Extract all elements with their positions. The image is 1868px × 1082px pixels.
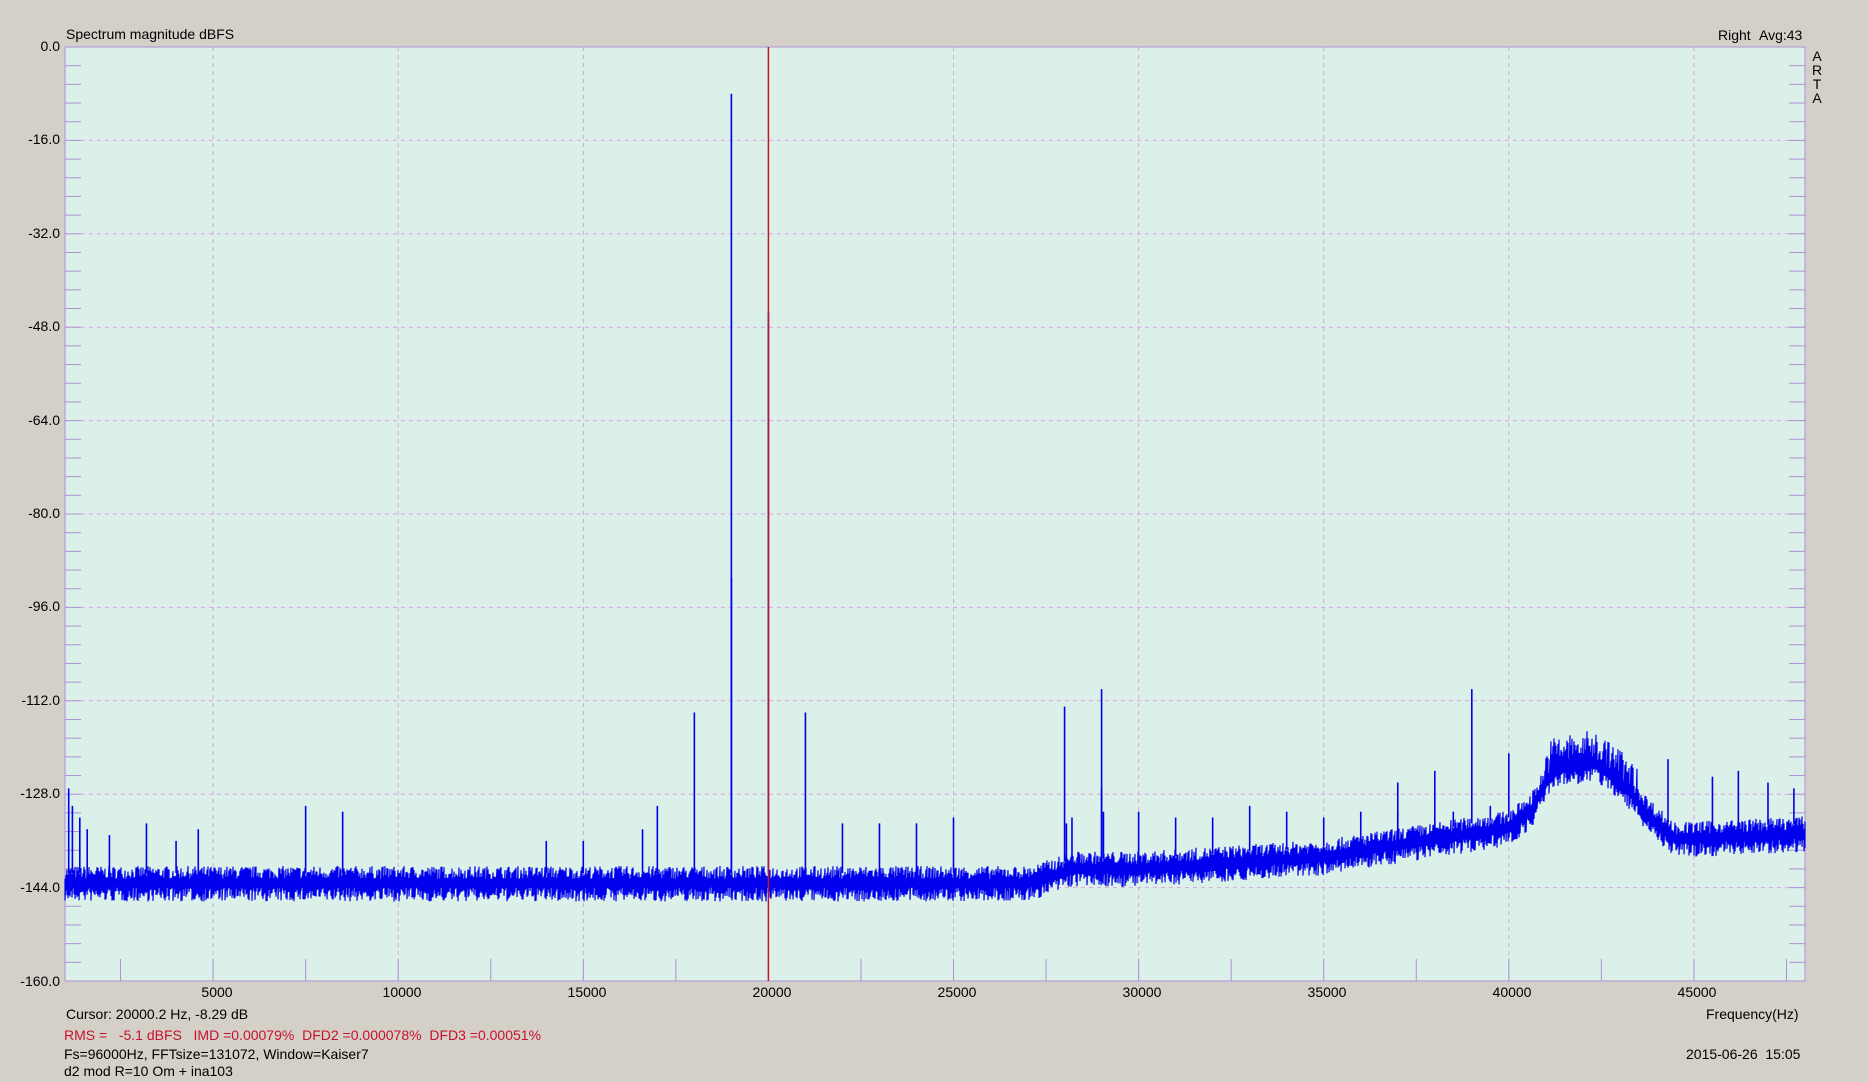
y-tick-label: -64.0 [28, 412, 60, 428]
y-tick-label: -32.0 [28, 225, 60, 241]
y-tick-label: -160.0 [20, 973, 60, 989]
arta-logo: A R T A [1810, 49, 1824, 105]
x-axis-label: Frequency(Hz) [1706, 1006, 1799, 1022]
timestamp: 2015-06-26 15:05 [1686, 1046, 1801, 1062]
settings-readout: Fs=96000Hz, FFTsize=131072, Window=Kaise… [64, 1046, 369, 1062]
avg-label: Avg:43 [1759, 27, 1803, 43]
logo-letter: R [1811, 62, 1823, 78]
y-tick-label: -96.0 [28, 598, 60, 614]
y-tick-label: 0.0 [40, 38, 60, 54]
x-tick-label: 40000 [1492, 984, 1532, 1000]
logo-letter: A [1812, 90, 1822, 106]
x-tick-label: 20000 [752, 984, 792, 1000]
y-tick-label: -48.0 [28, 318, 60, 334]
spectrum-chart [64, 46, 1806, 982]
x-tick-label: 5000 [201, 984, 233, 1000]
channel-label: Right [1718, 27, 1751, 43]
y-tick-label: -16.0 [28, 131, 60, 147]
x-tick-label: 30000 [1122, 984, 1162, 1000]
y-tick-label: -112.0 [21, 692, 60, 708]
y-tick-label: -128.0 [20, 785, 60, 801]
x-tick-label: 15000 [567, 984, 607, 1000]
measurement-readout: RMS = -5.1 dBFS IMD =0.00079% DFD2 =0.00… [64, 1027, 542, 1043]
logo-letter: A [1812, 48, 1822, 64]
cursor-readout: Cursor: 20000.2 Hz, -8.29 dB [66, 1006, 249, 1022]
chart-title: Spectrum magnitude dBFS [66, 26, 235, 42]
comment-readout: d2 mod R=10 Om + ina103 [64, 1063, 233, 1079]
plot-area [64, 46, 1806, 982]
y-tick-label: -80.0 [28, 505, 60, 521]
y-tick-label: -144.0 [20, 879, 60, 895]
logo-letter: T [1812, 76, 1822, 92]
x-tick-label: 45000 [1677, 984, 1717, 1000]
x-tick-label: 25000 [937, 984, 977, 1000]
x-tick-label: 10000 [382, 984, 422, 1000]
x-tick-label: 35000 [1307, 984, 1347, 1000]
